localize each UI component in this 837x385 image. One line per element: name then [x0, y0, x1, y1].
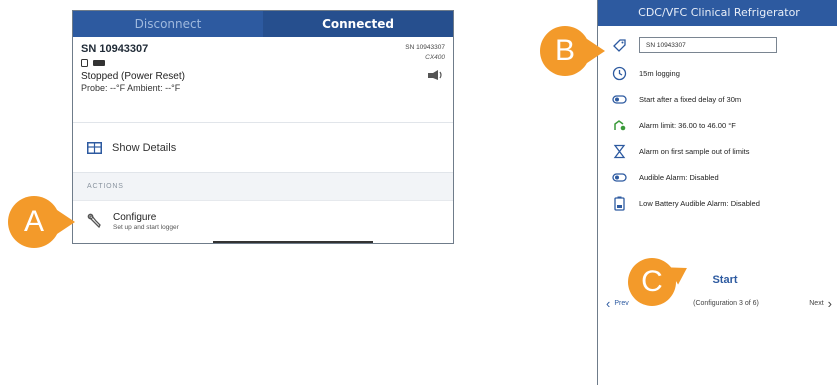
logger-name-input[interactable] [639, 37, 777, 53]
alarm-trigger-text: Alarm on first sample out of limits [639, 146, 750, 156]
signal-icon [428, 70, 442, 80]
start-button[interactable]: Start [700, 274, 737, 286]
details-icon [87, 141, 102, 154]
callout-c-label: C [628, 258, 676, 306]
next-button[interactable]: Next › [809, 297, 832, 310]
configure-subtitle: Set up and start logger [113, 223, 179, 231]
alarm-limit-text: Alarm limit: 36.00 to 46.00 °F [639, 120, 736, 130]
battery-alarm-icon [612, 196, 627, 211]
alarm-trigger-row[interactable]: Alarm on first sample out of limits [598, 138, 837, 164]
logging-interval-row[interactable]: 15m logging [598, 60, 837, 86]
start-delay-text: Start after a fixed delay of 30m [639, 94, 742, 104]
device-serial-right: SN 10943307 [405, 44, 445, 51]
config-header: CDC/VFC Clinical Refrigerator [598, 0, 837, 26]
speaker-icon [612, 170, 627, 185]
prev-button[interactable]: ‹ Prev [606, 297, 629, 310]
audible-alarm-text: Audible Alarm: Disabled [639, 172, 719, 182]
logger-name-row [598, 26, 837, 60]
callout-a-label: A [8, 196, 60, 248]
home-indicator [213, 241, 373, 243]
config-title: CDC/VFC Clinical Refrigerator [638, 5, 800, 19]
chevron-right-icon: › [827, 295, 832, 311]
configure-title: Configure [113, 211, 157, 223]
configure-text: Configure Set up and start logger [113, 212, 179, 231]
actions-header: ACTIONS [73, 173, 453, 201]
chevron-left-icon: ‹ [606, 295, 611, 311]
show-details-button[interactable]: Show Details [73, 123, 453, 173]
wrench-icon [87, 213, 101, 229]
device-status-icons [81, 57, 445, 68]
tab-disconnect[interactable]: Disconnect [73, 11, 263, 37]
delay-start-icon [612, 92, 627, 107]
battery-icon [93, 59, 105, 66]
show-details-label: Show Details [112, 141, 177, 154]
audible-alarm-row[interactable]: Audible Alarm: Disabled [598, 164, 837, 190]
alarm-limit-row[interactable]: Alarm limit: 36.00 to 46.00 °F [598, 112, 837, 138]
tab-connected[interactable]: Connected [263, 11, 453, 37]
low-battery-alarm-text: Low Battery Audible Alarm: Disabled [639, 198, 760, 208]
prev-label: Prev [614, 299, 629, 307]
hourglass-icon [612, 144, 627, 159]
tag-icon [612, 38, 627, 53]
lock-icon [81, 58, 88, 67]
device-probe-reading: Probe: --°F Ambient: --°F [81, 83, 181, 93]
start-delay-row[interactable]: Start after a fixed delay of 30m [598, 86, 837, 112]
callout-b-label: B [540, 26, 590, 76]
callout-b-pointer [587, 39, 605, 63]
device-screen: Disconnect Connected SN 10943307 SN 1094… [72, 10, 454, 244]
configuration-screen: CDC/VFC Clinical Refrigerator 15m loggin… [597, 0, 837, 385]
low-battery-alarm-row[interactable]: Low Battery Audible Alarm: Disabled [598, 190, 837, 216]
connection-tabs: Disconnect Connected [73, 11, 453, 37]
device-serial: SN 10943307 [81, 43, 149, 55]
clock-icon [612, 66, 627, 81]
device-state: Stopped (Power Reset) [81, 71, 185, 82]
logging-interval-text: 15m logging [639, 68, 680, 78]
next-label: Next [809, 299, 824, 307]
callout-a-pointer [57, 210, 75, 234]
thermometer-alarm-icon [612, 118, 627, 133]
device-model: CX400 [425, 54, 445, 61]
configure-button[interactable]: Configure Set up and start logger [73, 201, 453, 241]
device-card[interactable]: SN 10943307 SN 10943307 CX400 Stopped (P… [73, 37, 453, 123]
